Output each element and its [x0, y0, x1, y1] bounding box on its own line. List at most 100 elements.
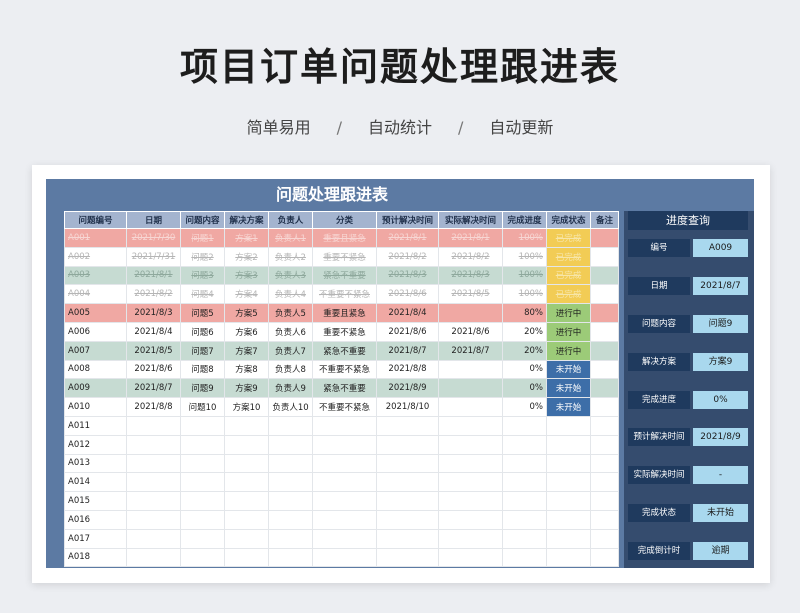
- table-cell[interactable]: [438, 491, 503, 511]
- table-cell[interactable]: [224, 415, 269, 436]
- table-cell[interactable]: [126, 472, 181, 493]
- status-cell[interactable]: 未开始: [546, 397, 591, 417]
- table-cell[interactable]: 负责人8: [268, 359, 313, 380]
- table-cell[interactable]: [376, 528, 439, 549]
- table-cell[interactable]: 问题7: [180, 340, 225, 361]
- table-cell[interactable]: A017: [64, 528, 127, 549]
- table-cell[interactable]: [376, 491, 439, 511]
- table-cell[interactable]: [312, 472, 377, 493]
- status-cell[interactable]: 已完成: [546, 284, 591, 305]
- status-cell[interactable]: 已完成: [546, 228, 591, 248]
- table-cell[interactable]: 2021/8/4: [126, 321, 181, 342]
- table-cell[interactable]: [268, 472, 313, 493]
- table-cell[interactable]: A011: [64, 415, 127, 436]
- table-cell[interactable]: 问题4: [180, 284, 225, 305]
- table-cell[interactable]: 方案5: [224, 303, 269, 323]
- table-cell[interactable]: [376, 509, 439, 530]
- table-cell[interactable]: 紧急不重要: [312, 378, 377, 399]
- table-cell[interactable]: 问题5: [180, 303, 225, 323]
- table-cell[interactable]: 负责人10: [268, 397, 313, 417]
- table-cell[interactable]: 问题8: [180, 359, 225, 380]
- table-cell[interactable]: 问题2: [180, 246, 225, 267]
- table-cell[interactable]: 重要且紧急: [312, 303, 377, 323]
- table-cell[interactable]: [438, 453, 503, 474]
- table-cell[interactable]: [590, 246, 619, 267]
- table-cell[interactable]: 2021/8/2: [126, 284, 181, 305]
- table-cell[interactable]: 负责人6: [268, 321, 313, 342]
- table-cell[interactable]: [590, 472, 619, 493]
- table-cell[interactable]: [180, 415, 225, 436]
- table-cell[interactable]: [590, 434, 619, 455]
- table-cell[interactable]: [126, 453, 181, 474]
- table-cell[interactable]: [268, 491, 313, 511]
- table-cell[interactable]: [502, 453, 547, 474]
- table-cell[interactable]: 2021/8/6: [376, 284, 439, 305]
- table-cell[interactable]: [126, 434, 181, 455]
- table-cell[interactable]: 2021/8/1: [438, 228, 503, 248]
- table-cell[interactable]: [502, 528, 547, 549]
- table-cell[interactable]: 0%: [502, 359, 547, 380]
- table-cell[interactable]: [180, 491, 225, 511]
- table-cell[interactable]: 2021/8/7: [376, 340, 439, 361]
- status-cell[interactable]: [546, 547, 591, 568]
- table-cell[interactable]: 2021/8/1: [376, 228, 439, 248]
- query-field-value[interactable]: A009: [693, 239, 748, 257]
- table-cell[interactable]: 重要不紧急: [312, 321, 377, 342]
- table-cell[interactable]: [590, 265, 619, 286]
- table-cell[interactable]: [126, 509, 181, 530]
- table-cell[interactable]: 方案8: [224, 359, 269, 380]
- table-cell[interactable]: 负责人4: [268, 284, 313, 305]
- table-cell[interactable]: [180, 528, 225, 549]
- table-cell[interactable]: [224, 547, 269, 568]
- status-cell[interactable]: 未开始: [546, 378, 591, 399]
- table-cell[interactable]: 方案2: [224, 246, 269, 267]
- table-cell[interactable]: [590, 397, 619, 417]
- table-cell[interactable]: [312, 434, 377, 455]
- table-cell[interactable]: [502, 415, 547, 436]
- table-cell[interactable]: [590, 378, 619, 399]
- table-cell[interactable]: 负责人3: [268, 265, 313, 286]
- table-cell[interactable]: 负责人9: [268, 378, 313, 399]
- table-cell[interactable]: [312, 415, 377, 436]
- table-cell[interactable]: A018: [64, 547, 127, 568]
- table-cell[interactable]: A003: [64, 265, 127, 286]
- table-cell[interactable]: A004: [64, 284, 127, 305]
- table-cell[interactable]: 问题3: [180, 265, 225, 286]
- table-cell[interactable]: [312, 547, 377, 568]
- table-cell[interactable]: A008: [64, 359, 127, 380]
- table-cell[interactable]: [438, 434, 503, 455]
- table-cell[interactable]: 问题9: [180, 378, 225, 399]
- table-cell[interactable]: [438, 528, 503, 549]
- table-cell[interactable]: [438, 359, 503, 380]
- table-cell[interactable]: A007: [64, 340, 127, 361]
- table-cell[interactable]: [590, 415, 619, 436]
- table-cell[interactable]: [126, 547, 181, 568]
- table-cell[interactable]: 100%: [502, 265, 547, 286]
- table-cell[interactable]: 方案6: [224, 321, 269, 342]
- table-cell[interactable]: A014: [64, 472, 127, 493]
- table-cell[interactable]: [590, 528, 619, 549]
- table-cell[interactable]: [590, 509, 619, 530]
- table-cell[interactable]: 2021/8/5: [438, 284, 503, 305]
- table-cell[interactable]: [312, 491, 377, 511]
- table-cell[interactable]: 2021/8/10: [376, 397, 439, 417]
- table-cell[interactable]: 2021/8/7: [126, 378, 181, 399]
- status-cell[interactable]: [546, 415, 591, 436]
- table-cell[interactable]: 方案9: [224, 378, 269, 399]
- table-cell[interactable]: [502, 547, 547, 568]
- table-cell[interactable]: 2021/8/3: [438, 265, 503, 286]
- table-cell[interactable]: [376, 547, 439, 568]
- table-cell[interactable]: 100%: [502, 284, 547, 305]
- status-cell[interactable]: 已完成: [546, 246, 591, 267]
- table-cell[interactable]: [502, 491, 547, 511]
- status-cell[interactable]: 已完成: [546, 265, 591, 286]
- table-cell[interactable]: 不重要不紧急: [312, 359, 377, 380]
- table-cell[interactable]: [224, 453, 269, 474]
- table-cell[interactable]: 0%: [502, 397, 547, 417]
- table-cell[interactable]: 方案3: [224, 265, 269, 286]
- table-cell[interactable]: [590, 340, 619, 361]
- table-cell[interactable]: [438, 303, 503, 323]
- status-cell[interactable]: [546, 472, 591, 493]
- table-cell[interactable]: A012: [64, 434, 127, 455]
- table-cell[interactable]: [224, 491, 269, 511]
